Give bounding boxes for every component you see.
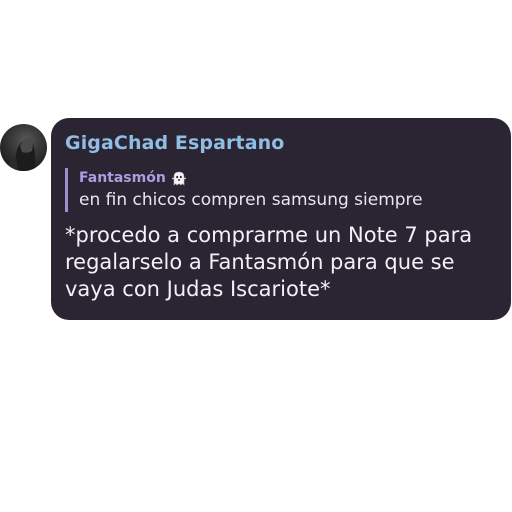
reply-text: en fin chicos compren samsung siempre [79, 190, 423, 210]
avatar[interactable] [0, 124, 47, 171]
message-bubble[interactable]: GigaChad Espartano Fantasmón en fin chic… [51, 118, 511, 320]
ghost-icon [171, 170, 187, 186]
reply-author-name: Fantasmón [79, 170, 166, 186]
message-body: *procedo a comprarme un Note 7 para rega… [65, 222, 505, 303]
avatar-photo [6, 138, 36, 171]
reply-author-row: Fantasmón [79, 168, 423, 188]
sender-name[interactable]: GigaChad Espartano [65, 132, 284, 154]
message-line: vaya con Judas Iscariote* [65, 277, 331, 301]
reply-quote[interactable]: Fantasmón en fin chicos compren samsung … [65, 168, 423, 212]
message-line: *procedo a comprarme un Note 7 para [65, 223, 473, 247]
message-line: regalarselo a Fantasmón para que se [65, 250, 455, 274]
